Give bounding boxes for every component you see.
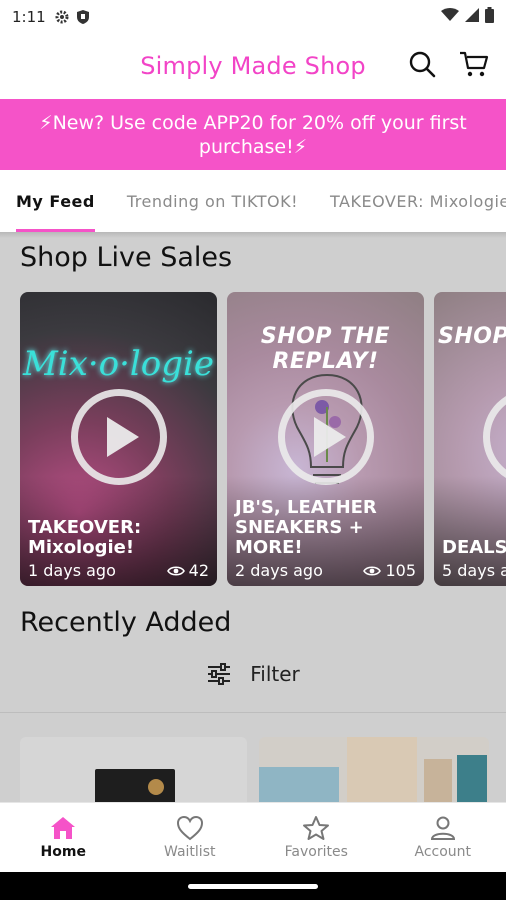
nav-account[interactable]: Account	[380, 803, 506, 872]
heart-icon	[176, 815, 203, 841]
tab-trending-tiktok[interactable]: Trending on TIKTOK!	[111, 170, 314, 232]
recently-added-title: Recently Added	[20, 607, 232, 638]
status-bar: 1:11	[0, 0, 506, 34]
card-time: 1 days ago	[28, 561, 116, 580]
play-icon[interactable]	[70, 389, 167, 485]
live-sale-card[interactable]: SHOP T DEALS 5 days a	[434, 292, 506, 586]
tab-label: TAKEOVER: Mixologie!	[330, 191, 506, 211]
card-views: 42	[166, 561, 209, 580]
product-thumbnail[interactable]	[20, 737, 247, 802]
eye-icon	[166, 565, 185, 576]
bottom-navigation: Home Waitlist Favorites Account	[0, 802, 506, 872]
shield-icon	[76, 9, 90, 25]
views-count: 105	[385, 561, 416, 580]
card-views: 105	[363, 561, 416, 580]
star-icon	[303, 816, 330, 840]
eye-icon	[363, 565, 382, 576]
live-sale-card[interactable]: SHOP THE REPLAY! JB'S, LEATHER SNEAKERS …	[227, 292, 424, 586]
nav-favorites[interactable]: Favorites	[253, 803, 380, 872]
tab-my-feed[interactable]: My Feed	[0, 170, 111, 232]
sliders-icon	[208, 663, 231, 685]
search-button[interactable]	[406, 48, 438, 80]
cart-button[interactable]	[458, 48, 490, 80]
nav-label: Waitlist	[164, 844, 216, 860]
nav-label: Account	[414, 844, 472, 860]
battery-icon	[485, 7, 494, 27]
shop-title: Simply Made Shop	[140, 52, 366, 80]
promo-banner[interactable]: ⚡New? Use code APP20 for 20% off your fi…	[0, 99, 506, 170]
signal-icon	[465, 8, 479, 26]
nav-label: Favorites	[284, 844, 348, 860]
feed-tabs: My Feed Trending on TIKTOK! TAKEOVER: Mi…	[0, 170, 506, 232]
tab-label: Trending on TIKTOK!	[126, 191, 299, 211]
filter-button[interactable]: Filter	[0, 662, 506, 686]
live-sales-title: Shop Live Sales	[20, 242, 233, 273]
tab-takeover-mixologie[interactable]: TAKEOVER: Mixologie!	[314, 170, 506, 232]
app-screen: 1:11 Simply Made Shop ⚡New? Use code APP…	[0, 0, 506, 900]
tab-label: My Feed	[16, 191, 95, 211]
nav-home[interactable]: Home	[0, 803, 127, 872]
card-title: DEALS	[442, 537, 506, 558]
filter-label: Filter	[250, 662, 300, 686]
home-icon	[51, 817, 76, 839]
person-icon	[430, 816, 455, 840]
card-time: 2 days ago	[235, 561, 323, 580]
product-thumbnail[interactable]	[259, 737, 489, 802]
section-divider	[0, 712, 506, 713]
card-title: JB'S, LEATHER SNEAKERS + MORE!	[235, 497, 377, 558]
nav-waitlist[interactable]: Waitlist	[127, 803, 254, 872]
nav-label: Home	[40, 844, 86, 860]
cart-icon	[460, 51, 489, 77]
play-icon[interactable]	[277, 389, 374, 485]
live-sale-card[interactable]: Mix·o·logie TAKEOVER: Mixologie! 1 days …	[20, 292, 217, 586]
home-gesture-pill[interactable]	[188, 883, 318, 889]
app-header: Simply Made Shop	[0, 34, 506, 98]
card-title: TAKEOVER: Mixologie!	[28, 517, 142, 558]
search-icon	[409, 51, 436, 78]
card-time: 5 days a	[442, 561, 506, 580]
status-time: 1:11	[12, 8, 46, 26]
status-right	[441, 7, 494, 27]
settings-gear-icon	[54, 9, 70, 25]
views-count: 42	[188, 561, 209, 580]
card-art-text: Mix·o·logie	[22, 344, 215, 384]
wifi-icon	[441, 8, 459, 26]
promo-text: ⚡New? Use code APP20 for 20% off your fi…	[39, 111, 467, 158]
card-art-text: SHOP T	[438, 324, 506, 349]
system-navigation-bar	[0, 872, 506, 900]
feed-content: Shop Live Sales Mix·o·logie TAKEOVER: Mi…	[0, 232, 506, 802]
